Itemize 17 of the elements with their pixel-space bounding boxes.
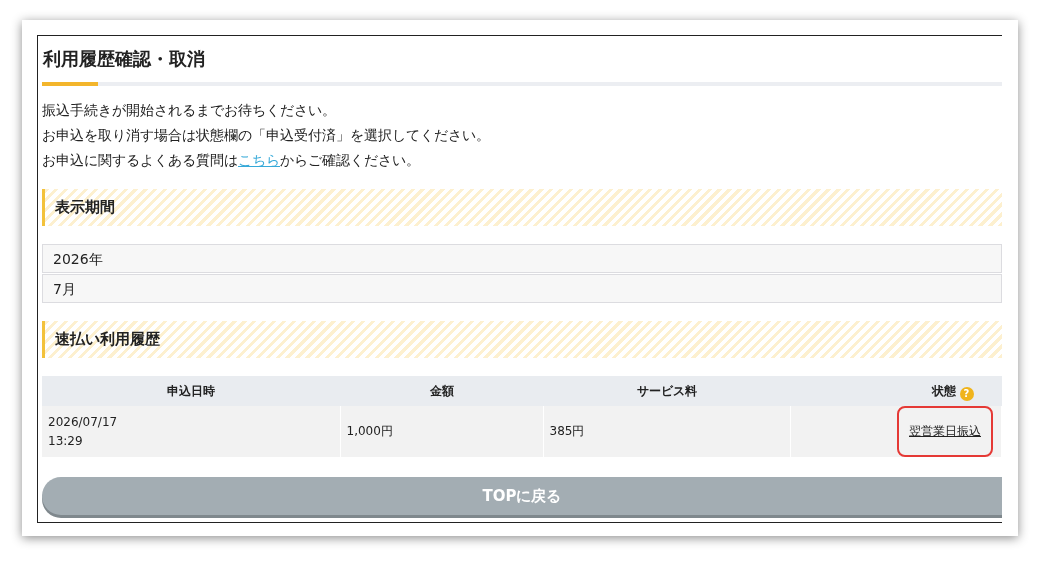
- page-title: 利用履歴確認・取消: [43, 47, 206, 71]
- faq-text: お申込に関するよくある質問は こちらからご確認ください。: [42, 151, 421, 170]
- fee-text: 385円: [549, 424, 585, 438]
- status-link[interactable]: 翌営業日振込: [909, 424, 981, 438]
- month-select[interactable]: 7月: [42, 274, 1002, 303]
- column-header: サービス料: [636, 384, 697, 398]
- column-header: 金額: [429, 384, 454, 398]
- time-text: 13:29: [48, 432, 84, 450]
- date-text: 2026/07/17: [48, 413, 119, 431]
- year-select[interactable]: 2026年: [42, 244, 1002, 273]
- section-title: 速払い利用履歴: [55, 329, 160, 351]
- column-header: 申込日時: [167, 384, 215, 398]
- column-header: 状態: [931, 383, 956, 398]
- section-title: 表示期間: [55, 197, 115, 219]
- notice-text: 振込手続きが開始されるまでお待ちください。: [42, 101, 337, 120]
- notice-text: お申込を取り消す場合は状態欄の「申込受付済」を選択してください。: [42, 126, 491, 145]
- amount-text: 1,000円: [346, 424, 393, 438]
